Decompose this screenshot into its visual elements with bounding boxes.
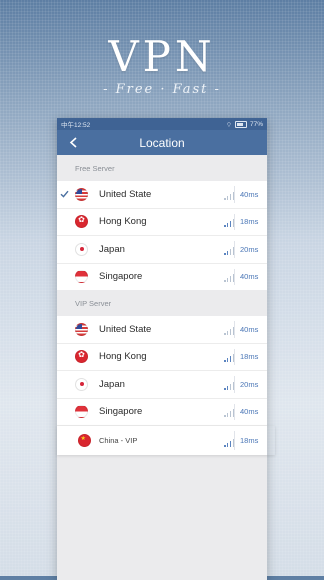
back-button[interactable] [63,130,83,155]
divider [234,268,235,285]
server-name: Singapore [99,271,143,283]
server-name: Japan [99,378,125,390]
divider [234,403,235,420]
server-ping: 40ms [240,324,259,334]
promo-subtitle: - Free · Fast - [103,82,221,97]
signal-strength-icon [224,438,235,447]
divider [234,376,235,393]
jp-flag-icon [75,242,88,256]
server-name: Hong Kong [99,351,147,363]
server-name: Singapore [99,406,143,418]
server-name: Hong Kong [99,216,147,228]
signal-strength-icon [224,191,235,200]
server-name: China - VIP [99,436,138,445]
sg-flag-icon [75,270,88,284]
promo-title: VPN [108,32,216,81]
cn-flag-icon [78,434,91,447]
status-time: 中午12:52 [61,122,91,129]
signal-strength-icon [224,246,235,255]
checkmark-icon [60,181,69,208]
signal-strength-icon [224,381,235,390]
battery-icon [234,120,247,128]
server-name: Japan [99,243,125,255]
server-row-vip-united-state[interactable]: United State 40ms [57,316,267,344]
promo-header: VPN - Free · Fast - [0,32,324,98]
signal-strength-icon [224,326,235,335]
divider [234,241,235,258]
server-row-vip-japan[interactable]: Japan 20ms [57,371,267,399]
server-row-vip-china[interactable]: China - VIP 18ms [57,426,275,455]
signal-strength-icon [224,218,235,227]
us-flag-icon [75,187,88,201]
free-server-list: United State 40ms Hong Kong 18ms Japan 2… [57,181,267,290]
divider [234,348,235,365]
server-ping: 20ms [240,244,259,254]
server-ping: 18ms [240,352,259,362]
divider [234,213,235,230]
server-name: United State [99,188,152,200]
page-title: Location [139,135,185,150]
signal-strength-icon [224,408,235,417]
server-row-free-japan[interactable]: Japan 20ms [57,236,267,264]
server-ping: 18ms [240,436,259,445]
signal-strength-icon [224,353,235,362]
server-ping: 40ms [240,189,259,199]
server-row-free-united-state[interactable]: United State 40ms [57,181,267,209]
server-ping: 18ms [240,217,259,227]
server-ping: 40ms [240,407,259,417]
server-row-vip-hong-kong[interactable]: Hong Kong 18ms [57,344,267,371]
signal-strength-icon [224,273,235,282]
server-name: United State [99,323,152,335]
app-bar: Location [57,130,267,155]
sg-flag-icon [75,405,88,419]
server-row-vip-singapore[interactable]: Singapore 40ms [57,399,267,426]
free-server-header: Free Server [75,163,115,173]
hk-flag-icon [75,215,88,229]
status-bar: 中午12:52 ⌔ 77% [57,118,267,130]
vip-server-header: VIP Server [75,298,112,308]
wifi-icon: ⌔ [225,121,232,129]
us-flag-icon [75,322,88,336]
jp-flag-icon [75,377,88,391]
chevron-left-icon [69,137,77,148]
divider [234,431,235,450]
divider [234,321,235,338]
server-ping: 40ms [240,272,259,282]
divider [234,186,235,203]
hk-flag-icon [75,350,88,364]
vip-server-list: United State 40ms Hong Kong 18ms Japan 2… [57,316,267,455]
server-row-free-hong-kong[interactable]: Hong Kong 18ms [57,209,267,236]
phone-screen: 中午12:52 ⌔ 77% Location Free Server Unite… [57,118,267,580]
server-row-free-singapore[interactable]: Singapore 40ms [57,264,267,291]
battery-level: 77% [249,120,263,128]
server-ping: 20ms [240,379,259,389]
